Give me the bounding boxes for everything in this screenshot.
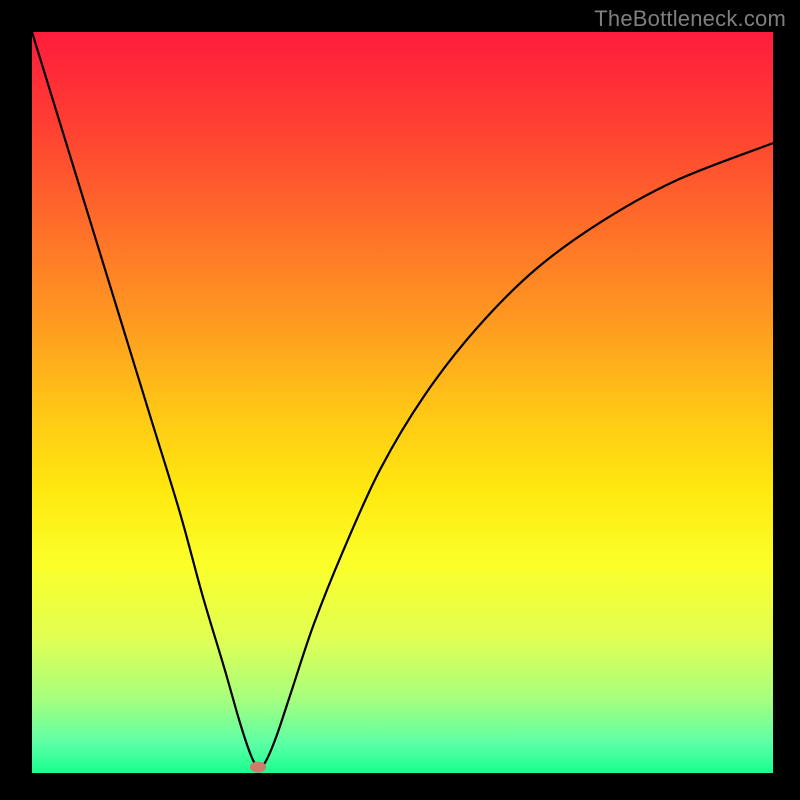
- watermark-text: TheBottleneck.com: [594, 6, 786, 32]
- bottleneck-chart: [0, 0, 800, 800]
- min-point-marker: [250, 762, 266, 773]
- chart-frame: TheBottleneck.com: [0, 0, 800, 800]
- plot-background: [32, 32, 773, 773]
